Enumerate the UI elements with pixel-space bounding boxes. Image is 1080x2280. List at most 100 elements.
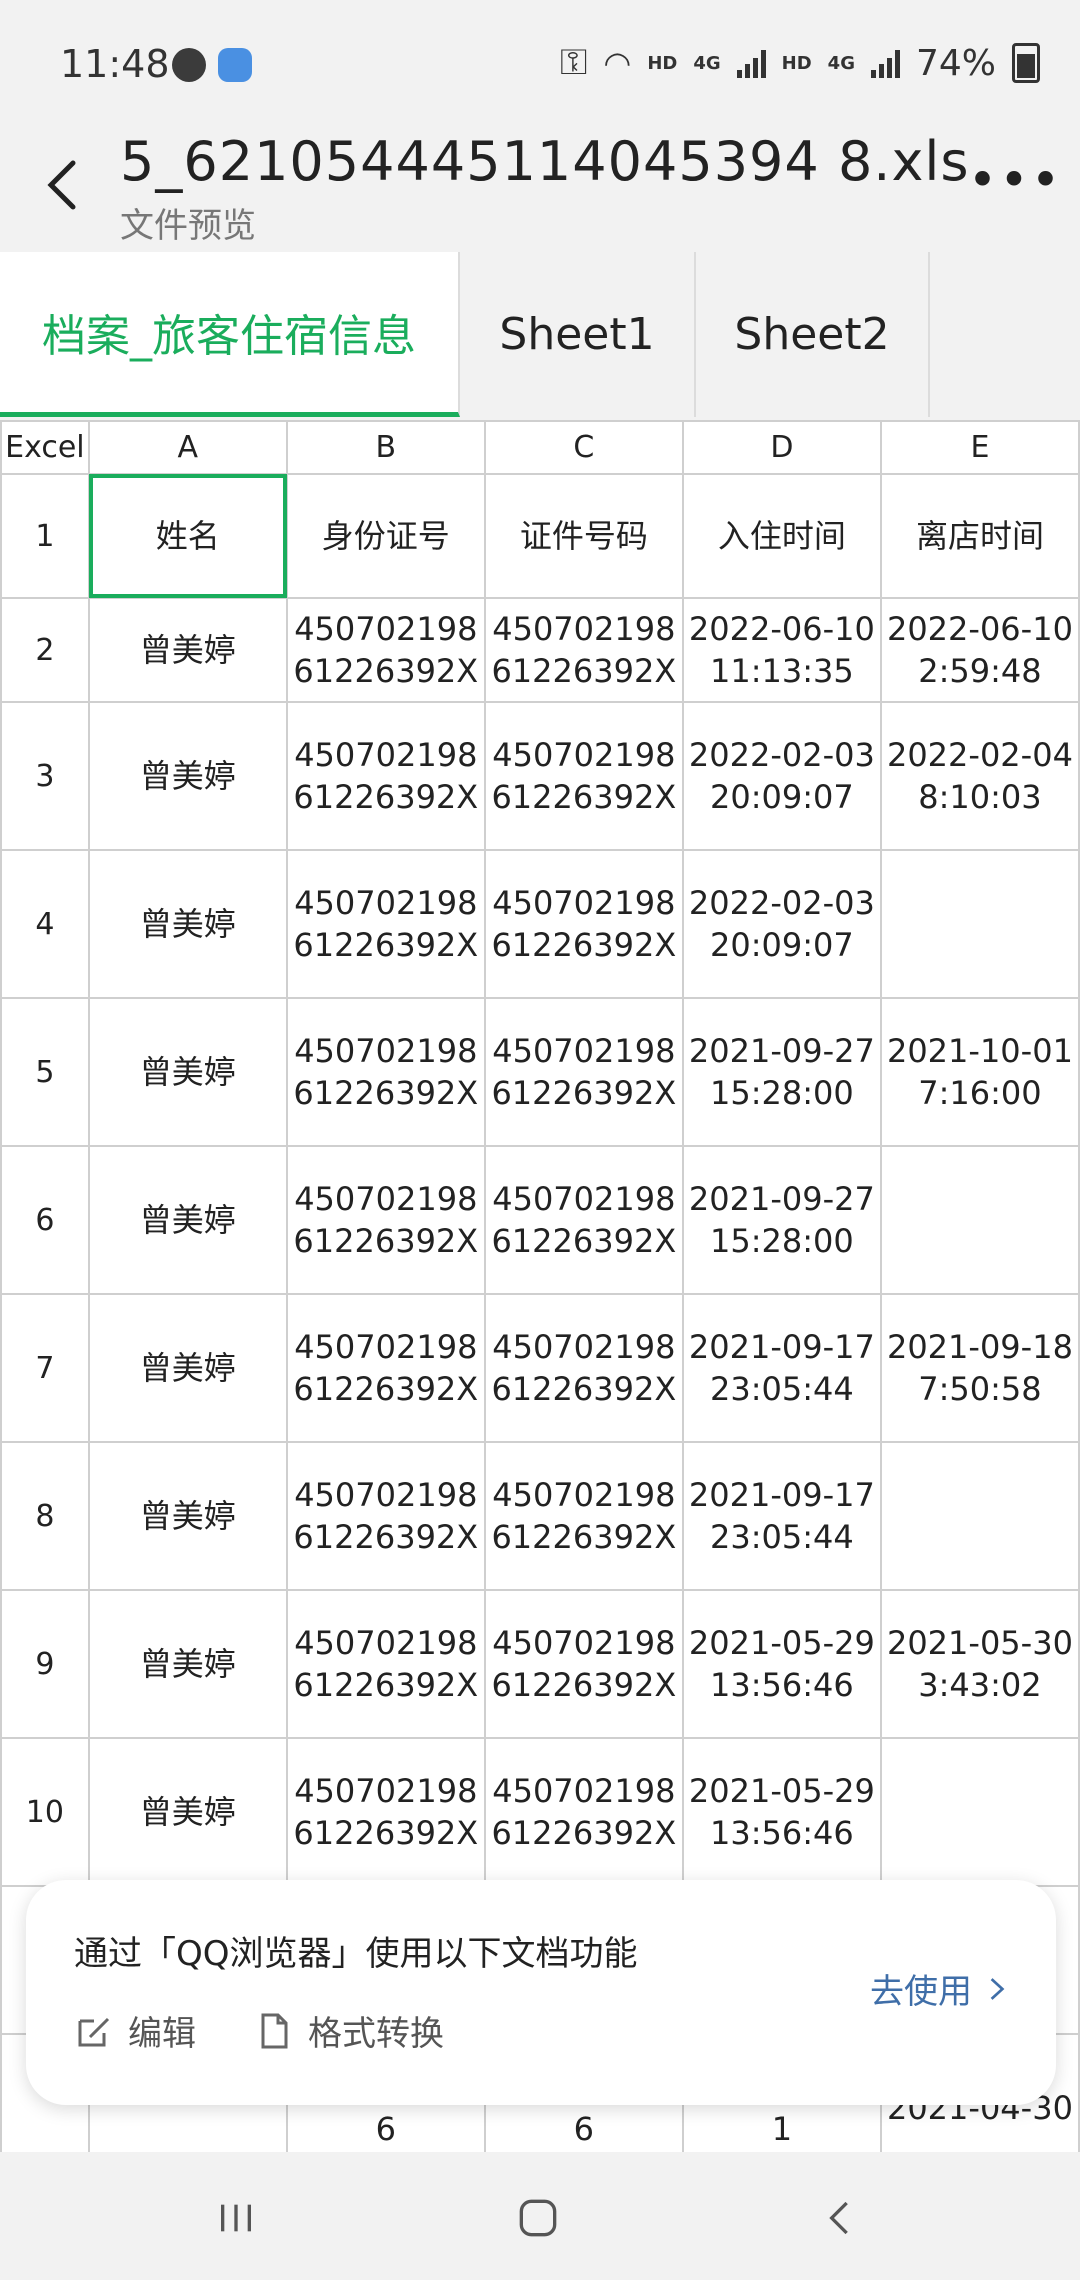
table-row: 7 曾美婷 45070219861226392X 45070219861226392X… [0,1293,1080,1443]
column-header-c[interactable]: C [483,420,684,475]
cell-c[interactable]: 45070219861226392X [483,597,684,703]
column-header-row: Excel A B C D E [0,420,1080,475]
cell-c[interactable]: 45070219861226392X [483,1145,684,1295]
promo-convert-option[interactable]: 格式转换 [254,2006,444,2055]
system-nav-bar [0,2152,1080,2280]
cell-e[interactable]: 2021-05-30 3:43:02 [879,1589,1080,1739]
row-number[interactable]: 8 [0,1441,90,1591]
cell-a[interactable]: 曾美婷 [87,1145,288,1295]
column-header-e[interactable]: E [879,420,1080,475]
cell-a[interactable]: 曾美婷 [87,597,288,703]
cell-d[interactable]: 2021-09-17 23:05:44 [681,1441,882,1591]
cell-c[interactable]: 45070219861226392X [483,849,684,999]
cell-d[interactable]: 2021-05-29 13:56:46 [681,1589,882,1739]
cell-e[interactable]: 离店时间 [879,473,1080,599]
row-number[interactable]: 9 [0,1589,90,1739]
hd-label-2: HD [781,52,812,74]
battery-icon [1012,43,1040,83]
cell-b[interactable]: 45070219861226392X [285,1589,486,1739]
cell-a[interactable]: 曾美婷 [87,849,288,999]
row-number[interactable]: 5 [0,997,90,1147]
row-number[interactable]: 4 [0,849,90,999]
cell-e[interactable]: 2022-06-10 2:59:48 [879,597,1080,703]
cell-b[interactable]: 45070219861226392X [285,1737,486,1887]
table-row: 5 曾美婷 45070219861226392X 45070219861226392X… [0,997,1080,1147]
cell-c[interactable]: 45070219861226392X [483,1441,684,1591]
cell-d[interactable]: 入住时间 [681,473,882,599]
cell-c[interactable]: 证件号码 [483,473,684,599]
cell-a[interactable]: 曾美婷 [87,1589,288,1739]
cell-b[interactable]: 45070219861226392X [285,849,486,999]
cell-b[interactable]: 45070219861226392X [285,1441,486,1591]
qq-notification-icon [218,48,252,82]
cell-e[interactable] [879,1441,1080,1591]
cell-d[interactable]: 2021-09-17 23:05:44 [681,1293,882,1443]
battery-percent: 74% [915,42,996,84]
cell-e[interactable]: 2021-10-01 7:16:00 [879,997,1080,1147]
promo-edit-option[interactable]: 编辑 [74,2006,196,2055]
table-row: 8 曾美婷 45070219861226392X 45070219861226392X… [0,1441,1080,1591]
table-row: 6 曾美婷 45070219861226392X 45070219861226392X… [0,1145,1080,1295]
table-row: 4 曾美婷 45070219861226392X 45070219861226392X… [0,849,1080,999]
signal-icon-1 [736,48,766,78]
cell-d[interactable]: 2022-02-03 20:09:07 [681,701,882,851]
row-number[interactable]: 2 [0,597,90,703]
tab-sheet-guest-info[interactable]: 档案_旅客住宿信息 [0,252,460,417]
cell-d[interactable]: 2022-02-03 20:09:07 [681,849,882,999]
cell-d[interactable]: 2022-06-10 11:13:35 [681,597,882,703]
cell-b[interactable]: 45070219861226392X [285,597,486,703]
more-options-button[interactable]: ••• [968,150,1060,210]
column-header-b[interactable]: B [285,420,486,475]
column-header-d[interactable]: D [681,420,882,475]
cell-d[interactable]: 2021-05-29 13:56:46 [681,1737,882,1887]
cell-a[interactable]: 曾美婷 [87,1293,288,1443]
row-number[interactable]: 7 [0,1293,90,1443]
back-button[interactable] [28,150,98,220]
home-icon [519,2199,557,2237]
row-number[interactable]: 3 [0,701,90,851]
cell-d[interactable]: 2021-09-27 15:28:00 [681,997,882,1147]
corner-label: Excel [0,420,90,475]
promo-edit-label: 编辑 [128,2014,196,2054]
nav-back-button[interactable] [810,2188,870,2248]
cell-c[interactable]: 45070219861226392X [483,701,684,851]
cell-a[interactable]: 姓名 [87,473,288,599]
cell-b[interactable]: 45070219861226392X [285,1145,486,1295]
cell-e[interactable] [879,849,1080,999]
qq-browser-promo: 通过「QQ浏览器」使用以下文档功能 编辑 格式转换 去使用 [26,1880,1056,2105]
cell-e[interactable] [879,1145,1080,1295]
cell-b[interactable]: 45070219861226392X [285,701,486,851]
home-button[interactable] [508,2188,568,2248]
cell-c[interactable]: 45070219861226392X [483,1737,684,1887]
recent-apps-button[interactable] [206,2188,266,2248]
cell-a[interactable]: 曾美婷 [87,701,288,851]
cell-e[interactable]: 2021-09-18 7:50:58 [879,1293,1080,1443]
promo-go-button[interactable]: 去使用 [870,1964,1006,2013]
table-row: 2 曾美婷 45070219861226392X 45070219861226392X… [0,597,1080,703]
cell-c[interactable]: 45070219861226392X [483,1293,684,1443]
promo-go-label: 去使用 [870,1972,972,2012]
cell-c[interactable]: 45070219861226392X [483,1589,684,1739]
cell-e[interactable]: 2022-02-04 8:10:03 [879,701,1080,851]
column-header-a[interactable]: A [87,420,288,475]
cell-b[interactable]: 45070219861226392X [285,997,486,1147]
row-number[interactable]: 1 [0,473,90,599]
table-row: 3 曾美婷 45070219861226392X 45070219861226392X… [0,701,1080,851]
cell-a[interactable]: 曾美婷 [87,1441,288,1591]
cell-a[interactable]: 曾美婷 [87,1737,288,1887]
row-number[interactable]: 10 [0,1737,90,1887]
recents-icon [221,2204,251,2232]
tab-sheet1[interactable]: Sheet1 [460,252,696,417]
more-icon: ••• [967,151,1063,209]
cell-a[interactable]: 曾美婷 [87,997,288,1147]
cell-d[interactable]: 2021-09-27 15:28:00 [681,1145,882,1295]
table-row: 1 姓名 身份证号 证件号码 入住时间 离店时间 [0,473,1080,599]
cell-e[interactable] [879,1737,1080,1887]
tab-sheet2[interactable]: Sheet2 [696,252,930,417]
status-indicators: ⚿ ◠ HD 4G HD 4G 74% [560,42,1040,84]
chevron-right-icon [990,1977,1005,2000]
cell-b[interactable]: 身份证号 [285,473,486,599]
cell-c[interactable]: 45070219861226392X [483,997,684,1147]
row-number[interactable]: 6 [0,1145,90,1295]
cell-b[interactable]: 45070219861226392X [285,1293,486,1443]
